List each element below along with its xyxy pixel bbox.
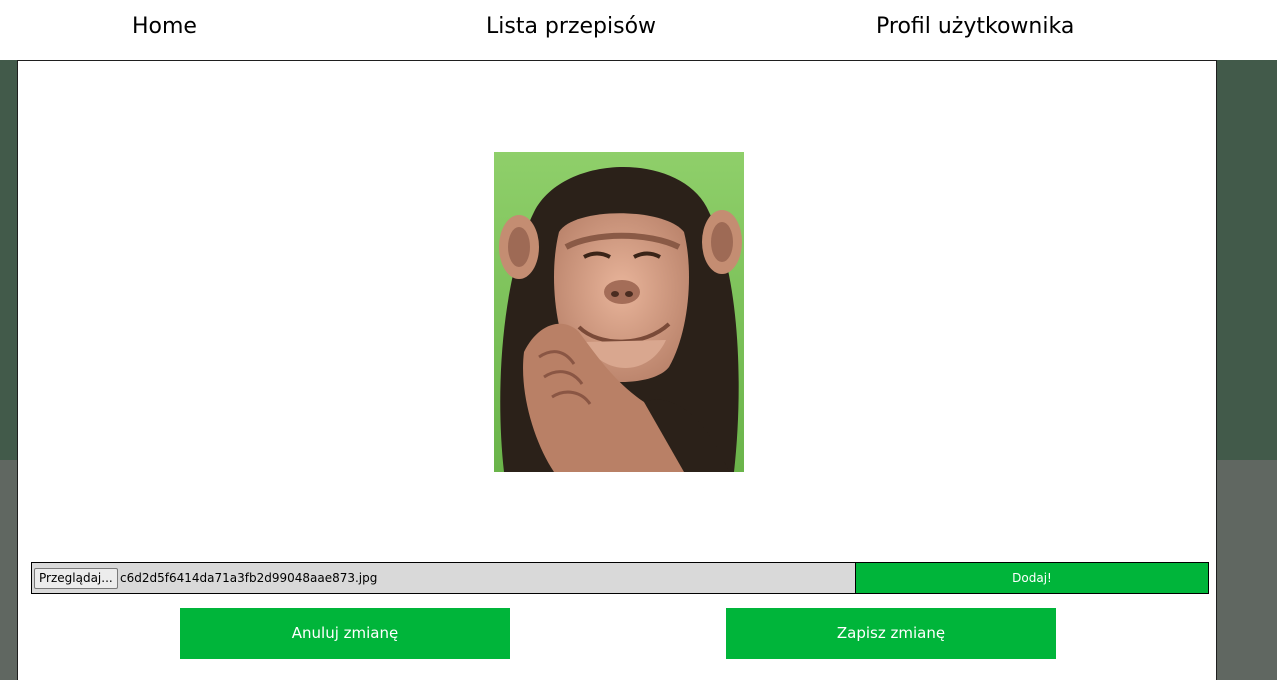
profile-photo: [494, 152, 744, 472]
nav-recipes-link[interactable]: Lista przepisów: [486, 14, 656, 39]
nav-profile-link[interactable]: Profil użytkownika: [876, 14, 1074, 39]
top-navbar: Home Lista przepisów Profil użytkownika: [0, 0, 1277, 60]
save-change-button[interactable]: Zapisz zmianę: [726, 608, 1056, 659]
profile-image-panel: Przeglądaj... c6d2d5f6414da71a3fb2d99048…: [17, 60, 1217, 680]
browse-button[interactable]: Przeglądaj...: [34, 568, 118, 589]
nav-home-link[interactable]: Home: [132, 14, 197, 39]
cancel-change-button[interactable]: Anuluj zmianę: [180, 608, 510, 659]
selected-file-name: c6d2d5f6414da71a3fb2d99048aae873.jpg: [120, 571, 378, 585]
add-photo-button[interactable]: Dodaj!: [855, 563, 1208, 593]
file-upload-bar: Przeglądaj... c6d2d5f6414da71a3fb2d99048…: [31, 562, 1209, 594]
